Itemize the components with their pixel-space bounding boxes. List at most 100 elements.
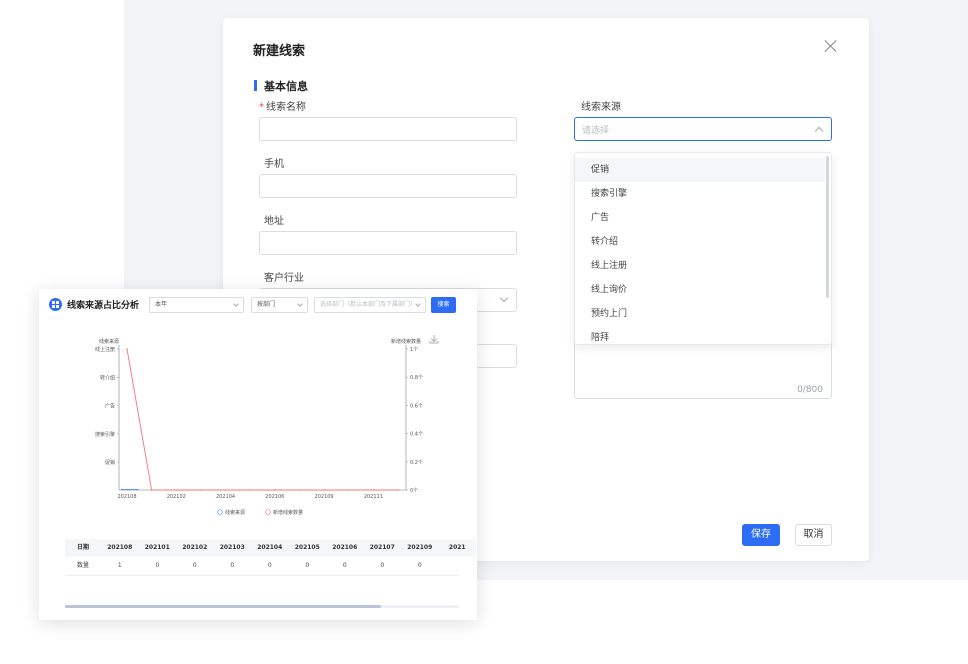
table-cell: 0	[155, 562, 160, 569]
series-point	[224, 489, 227, 491]
dropdown-option[interactable]: 线上询价	[575, 278, 825, 302]
x-tick-label: 202108	[117, 494, 136, 500]
table-header-row: 日期 202108 202101 202102 202103 202104 202105 20…	[65, 539, 476, 557]
table-header-cell: 日期	[76, 544, 89, 551]
series-point	[150, 489, 153, 491]
search-button[interactable]: 搜索	[431, 297, 456, 313]
section-marker	[254, 80, 257, 91]
dropdown-option[interactable]: 预约上门	[575, 302, 825, 326]
lead-source-select[interactable]: 请选择	[574, 117, 832, 141]
phone-input[interactable]	[259, 174, 517, 198]
address-label: 地址	[264, 216, 284, 227]
legend-label: 线索来源	[225, 509, 245, 516]
table-header-cell: 202108	[107, 544, 133, 551]
table-header-cell: 202103	[219, 544, 245, 551]
series-point	[347, 489, 350, 491]
table-header-cell: 202105	[294, 544, 320, 551]
table-header-cell: 202102	[182, 544, 208, 551]
x-tick-label: 202109	[315, 494, 334, 500]
required-mark: *	[259, 102, 264, 113]
lead-source-dropdown: 促销 搜索引擎 广告 转介绍 线上注册 线上询价 预约上门 陪拜	[574, 152, 832, 345]
y-tick-label: 搜索引擎	[95, 431, 115, 438]
series-point	[126, 348, 128, 350]
address-input[interactable]	[259, 231, 517, 255]
line-chart: 线索来源 新增线索数量促销 搜索引擎 广告 转介绍 线上注册 0个 0.2个 0.4个 0.6个 0…	[95, 335, 439, 516]
x-tick-label: 202111	[364, 494, 383, 500]
series-point	[372, 489, 375, 491]
legend-marker	[217, 509, 223, 515]
y-tick-label: 转介绍	[100, 374, 115, 381]
lead-source-label: 线索来源	[581, 102, 621, 113]
legend-marker	[265, 509, 271, 515]
dropdown-option[interactable]: 广告	[575, 206, 825, 230]
series-point	[397, 489, 399, 491]
right-tick-label: 0.8个	[410, 375, 423, 381]
download-icon[interactable]	[429, 335, 439, 344]
chevron-down-icon	[297, 301, 303, 307]
table-header-cell: 202109	[407, 544, 433, 551]
lead-source-placeholder: 请选择	[582, 126, 610, 136]
chevron-down-icon	[233, 301, 239, 307]
series-point	[175, 489, 178, 491]
table-scroll-thumb[interactable]	[65, 605, 381, 608]
table-header-cell: 202104	[257, 544, 283, 551]
chart-icon	[49, 298, 62, 311]
right-tick-label: 0.6个	[410, 403, 423, 409]
right-tick-label: 0.2个	[410, 460, 423, 466]
lead-name-label: * 线索名称	[259, 98, 306, 113]
right-tick-label: 0.4个	[410, 432, 423, 438]
dropdown-option[interactable]: 搜索引擎	[575, 182, 825, 206]
dialog-title: 新建线索	[253, 44, 306, 59]
table-scrollbar[interactable]	[65, 605, 459, 608]
x-tick-label: 202106	[265, 494, 284, 500]
left-axis-title: 线索来源	[99, 338, 119, 345]
close-icon[interactable]	[823, 38, 839, 54]
table-cell: 0	[380, 562, 385, 569]
chevron-up-icon	[814, 126, 824, 136]
y-tick-label: 促销	[105, 459, 115, 466]
card-title: 线索来源占比分析	[67, 301, 140, 311]
series-line	[126, 348, 398, 491]
dropdown-option[interactable]: 线上注册	[575, 254, 825, 278]
lead-name-input[interactable]	[259, 117, 517, 141]
x-tick-label: 202104	[216, 494, 235, 500]
table-header-cell: 202101	[144, 544, 170, 551]
remark-counter: 0/800	[797, 385, 823, 395]
lead-source-chart-card: 线索来源占比分析 本年 按部门 选择部门（默认本部门及下属部门） 搜索 线索来源…	[39, 289, 477, 620]
table-cell: 0	[305, 562, 310, 569]
x-tick-label: 202102	[167, 494, 186, 500]
dropdown-option[interactable]: 促销	[575, 158, 825, 182]
dept-select[interactable]: 选择部门（默认本部门及下属部门）	[314, 297, 426, 313]
dept-mode-value: 按部门	[257, 301, 276, 308]
y-tick-label: 线上注册	[95, 346, 115, 353]
cancel-button[interactable]: 取消	[795, 524, 832, 546]
table-header-cell: 202106	[332, 544, 358, 551]
table-row-label: 数量	[76, 562, 89, 569]
period-value: 本年	[155, 301, 168, 308]
right-tick-label: 1个	[410, 347, 418, 353]
table-cell: 0	[267, 562, 272, 569]
series-point	[274, 489, 276, 491]
right-tick-label: 0个	[410, 488, 418, 494]
table-cell: 0	[417, 562, 422, 569]
industry-label: 客户行业	[264, 273, 304, 284]
period-select[interactable]: 本年	[149, 297, 244, 313]
right-axis-title: 新增线索数量	[391, 338, 421, 345]
series-point	[200, 489, 202, 491]
table-cell: 0	[192, 562, 197, 569]
table-row: 数量 1 0 0 0 0 0 0 0 0	[65, 557, 439, 575]
table-divider	[65, 575, 459, 576]
section-title: 基本信息	[264, 80, 308, 93]
dropdown-option[interactable]: 转介绍	[575, 230, 825, 254]
table-cell: 0	[342, 562, 347, 569]
save-button[interactable]: 保存	[742, 524, 780, 546]
series-point	[249, 489, 251, 491]
table-header-cell: 2021	[448, 544, 466, 551]
lead-name-label-text: 线索名称	[266, 102, 306, 113]
phone-label: 手机	[264, 159, 284, 170]
dept-mode-select[interactable]: 按部门	[251, 297, 308, 313]
dropdown-option[interactable]: 陪拜	[575, 326, 825, 344]
y-tick-label: 广告	[105, 403, 115, 410]
dropdown-scrollbar[interactable]	[826, 156, 829, 298]
chevron-down-icon	[499, 293, 509, 303]
